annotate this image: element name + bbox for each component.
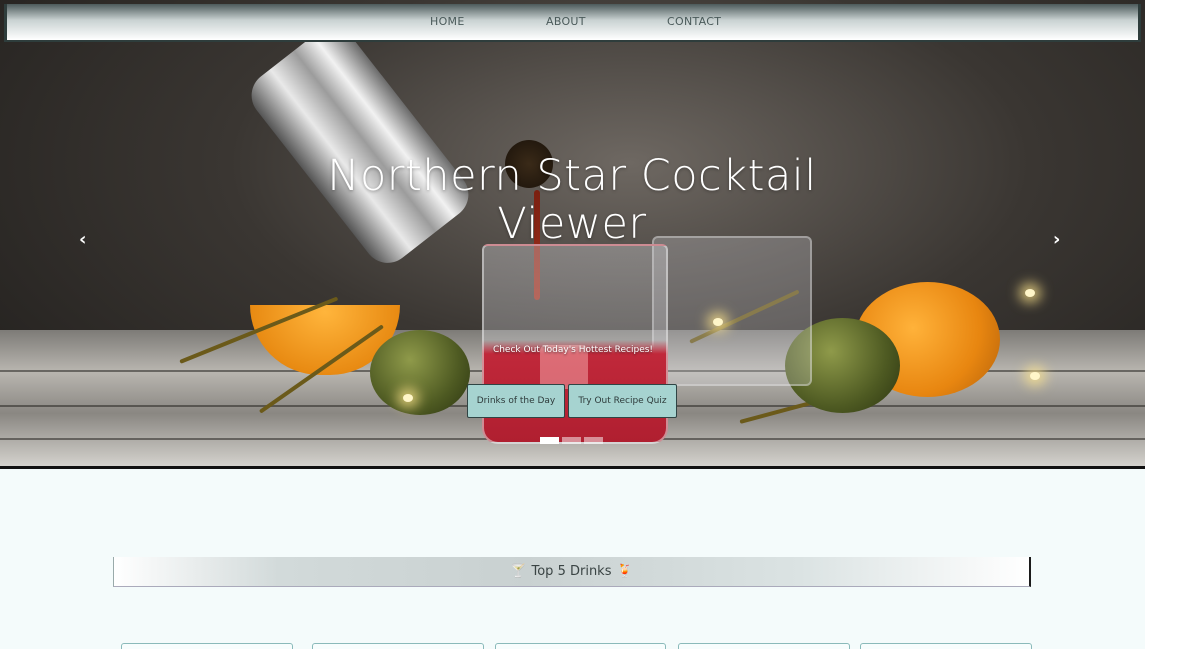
hero-carousel: Northern Star Cocktail Viewer Check Out …: [0, 0, 1145, 469]
chevron-left-icon[interactable]: ‹: [79, 229, 86, 250]
drink-card-5[interactable]: [860, 643, 1032, 649]
nav-contact-link[interactable]: CONTACT: [667, 15, 721, 28]
top5-label: Top 5 Drinks: [531, 564, 612, 579]
top-navbar: HOME ABOUT CONTACT: [4, 4, 1141, 42]
carousel-indicator-1[interactable]: [540, 437, 559, 444]
recipe-quiz-button[interactable]: Try Out Recipe Quiz: [568, 384, 677, 418]
carousel-indicator-3[interactable]: [584, 437, 603, 444]
page: Northern Star Cocktail Viewer Check Out …: [0, 0, 1145, 649]
tropical-drink-icon: 🍹: [616, 564, 633, 579]
carousel-indicators: [540, 437, 603, 444]
hero-image-glass-back: [652, 236, 812, 386]
chevron-right-icon[interactable]: ›: [1053, 229, 1060, 250]
carousel-indicator-2[interactable]: [562, 437, 581, 444]
hero-title: Northern Star Cocktail Viewer: [327, 151, 817, 249]
drink-card-2[interactable]: [312, 643, 484, 649]
drink-card-3[interactable]: [495, 643, 666, 649]
drinks-of-the-day-button[interactable]: Drinks of the Day: [467, 384, 565, 418]
hero-subtitle: Check Out Today's Hottest Recipes!: [492, 345, 654, 355]
nav-about-link[interactable]: ABOUT: [546, 15, 586, 28]
top5-header: 🍸 Top 5 Drinks 🍹: [113, 557, 1031, 587]
drink-card-1[interactable]: [121, 643, 293, 649]
cocktail-glass-icon: 🍸: [510, 564, 527, 579]
drink-card-4[interactable]: [678, 643, 850, 649]
nav-home-link[interactable]: HOME: [430, 15, 465, 28]
